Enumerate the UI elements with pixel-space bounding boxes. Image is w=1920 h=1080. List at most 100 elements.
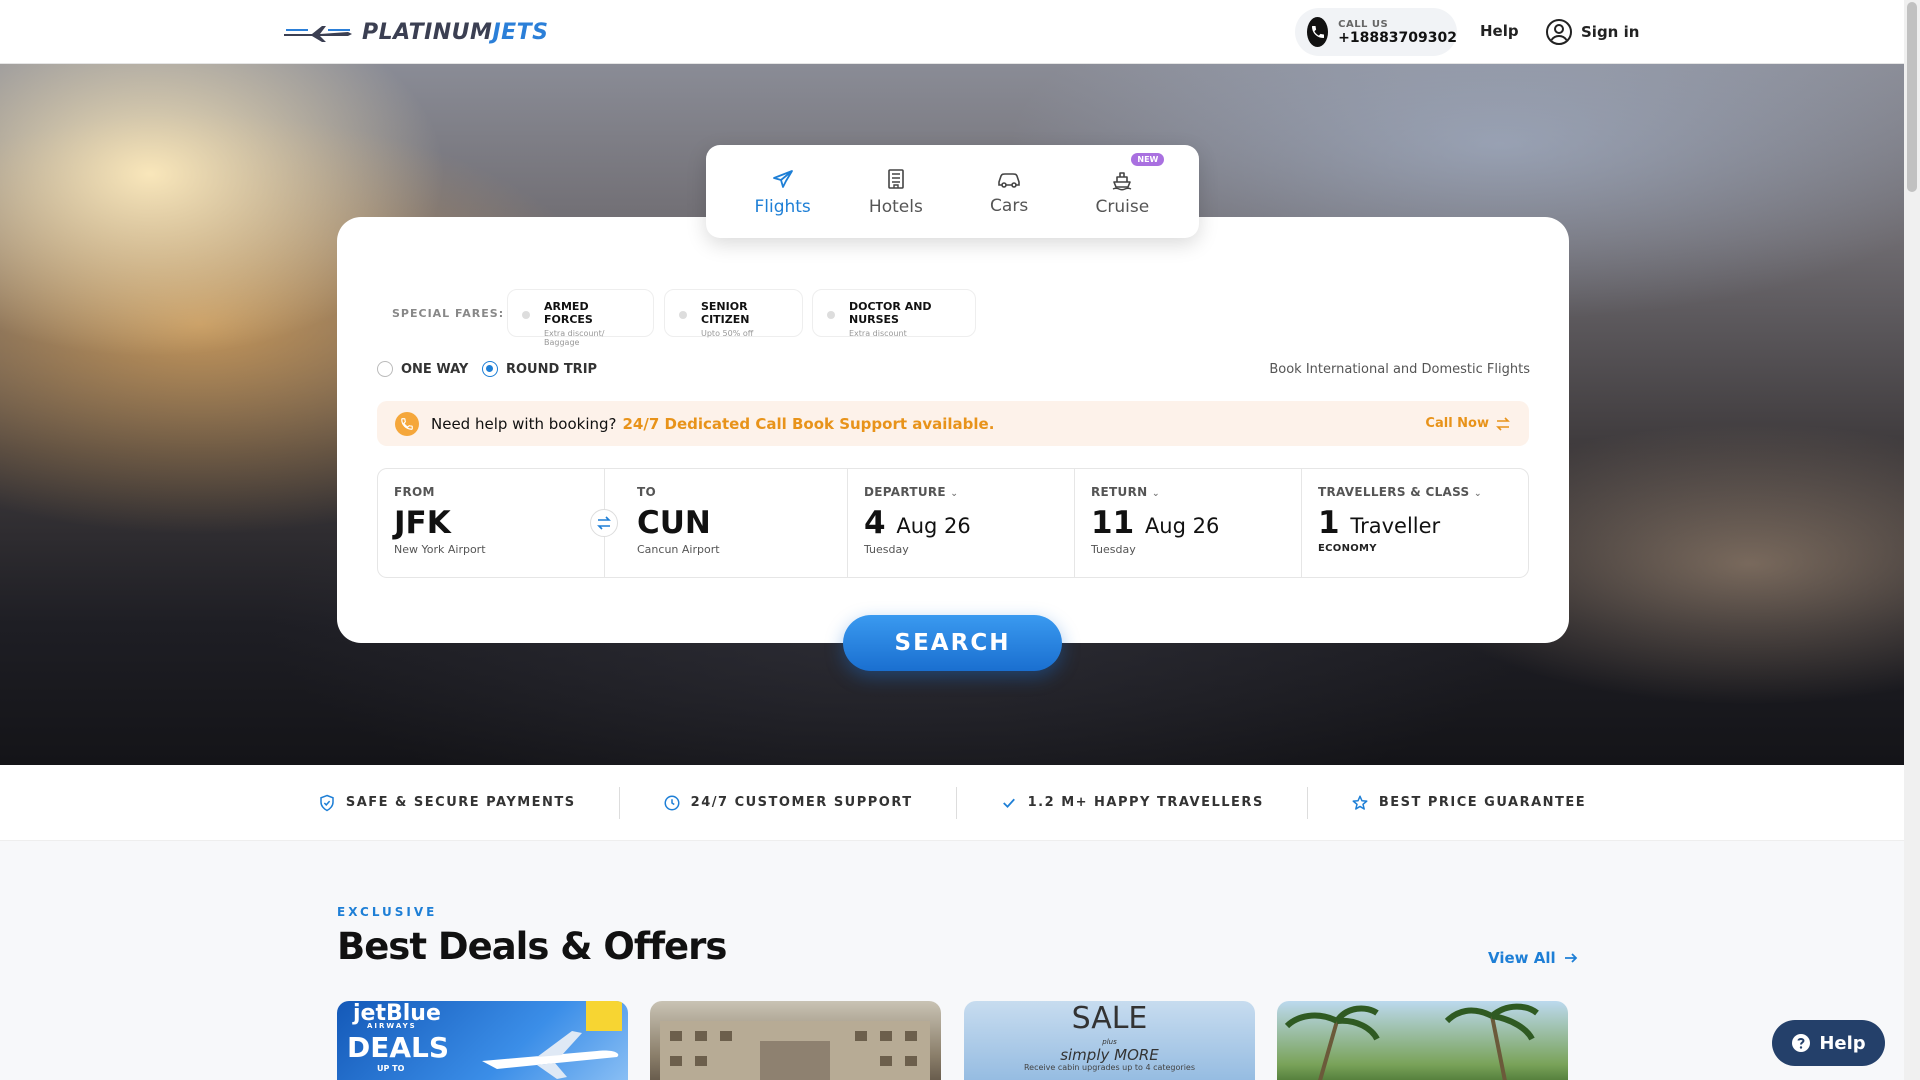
deal-headline: DEALS [347,1031,450,1064]
return-date: 11 Aug 26 [1091,505,1220,541]
to-code: CUN [637,505,711,541]
travellers-field[interactable]: TRAVELLERS & CLASS ⌄ 1 Traveller ECONOMY [1302,469,1528,577]
fare-subtitle: Extra discount/ Baggage [544,329,605,347]
building-icon [888,168,904,189]
scrollbar-thumb[interactable] [1907,2,1917,192]
deal-card-jetblue[interactable]: jetBlue AIRWAYS DEALS UP TO [337,1001,628,1080]
deal-card-cruise-sale[interactable]: SALE plus simply MORE Receive cabin upgra… [964,1001,1255,1080]
plane-icon [772,169,793,188]
departure-label: DEPARTURE ⌄ [864,485,959,499]
swap-button[interactable] [590,509,618,537]
return-label: RETURN ⌄ [1091,485,1160,499]
clock-icon [664,795,680,810]
from-code: JFK [394,505,451,541]
sale-subline: plus simply MORE [1060,1038,1159,1065]
view-all-link[interactable]: View All [1488,949,1578,967]
phone-icon [1307,17,1329,47]
ship-icon [1113,171,1132,190]
phone-support-icon [395,411,419,436]
feature-happy-travellers: 1.2 M+ HAPPY TRAVELLERS [957,786,1308,819]
fare-senior-citizen[interactable]: SENIOR CITIZEN Upto 50% off [664,289,803,338]
fare-subtitle: Upto 50% off [701,329,754,338]
help-question: Need help with booking? [431,414,617,433]
car-icon [998,172,1020,188]
feature-label: 24/7 CUSTOMER SUPPORT [690,795,913,810]
jet-logo-icon [284,26,352,42]
round-trip-label: ROUND TRIP [506,361,598,377]
tab-cars-label: Cars [990,195,1029,216]
deal-tag [586,1001,622,1031]
from-field[interactable]: FROM JFK New York Airport [378,469,618,577]
deals-eyebrow: EXCLUSIVE [337,905,438,919]
feature-label: BEST PRICE GUARANTEE [1378,795,1587,810]
from-label: FROM [394,485,435,499]
deal-card-beach[interactable] [1277,1001,1568,1080]
chevron-down-icon: ⌄ [1473,489,1482,499]
arrow-right-icon [1564,953,1577,963]
help-widget-button[interactable]: Help [1772,1020,1885,1066]
tab-hotels[interactable]: Hotels [846,167,946,217]
feature-best-price: BEST PRICE GUARANTEE [1308,787,1629,819]
tab-hotels-label: Hotels [868,196,923,217]
to-airport: Cancun Airport [637,543,720,556]
call-now-label: Call Now [1425,416,1489,431]
jetblue-brand: jetBlue AIRWAYS [353,1001,441,1030]
deals-title: Best Deals & Offers [337,925,727,968]
help-availability: 24/7 Dedicated Call Book Support availab… [622,414,995,433]
call-us-pill[interactable]: CALL US +18883709302 [1295,8,1457,56]
to-field[interactable]: TO CUN Cancun Airport [605,469,848,577]
feature-label: 1.2 M+ HAPPY TRAVELLERS [1027,795,1264,810]
search-button[interactable]: SEARCH [843,615,1062,671]
fare-title: ARMED FORCES [544,300,593,326]
one-way-radio[interactable]: ONE WAY [377,361,468,377]
call-now-button[interactable]: Call Now [1425,416,1511,431]
question-icon [1792,1034,1811,1052]
to-label: TO [637,485,656,499]
call-us-label: CALL US [1338,18,1389,30]
hotel-image [660,1021,930,1080]
fare-doctor-nurses[interactable]: DOCTOR AND NURSES Extra discount [812,289,976,338]
tab-flights[interactable]: Flights [733,167,833,217]
deal-card-hotel[interactable] [650,1001,941,1080]
fare-armed-forces[interactable]: ARMED FORCES Extra discount/ Baggage [507,289,654,347]
search-fields: FROM JFK New York Airport TO CUN Cancun … [377,468,1529,578]
fare-radio [522,311,530,319]
tab-cruise[interactable]: NEW Cruise [1072,152,1172,217]
call-us-text: CALL US +18883709302 [1338,19,1457,46]
palm-trees-image [1284,1003,1539,1080]
special-fares-label: SPECIAL FARES: [392,307,505,320]
return-field[interactable]: RETURN ⌄ 11 Aug 26 Tuesday [1075,469,1302,577]
departure-date: 4 Aug 26 [864,505,971,541]
one-way-label: ONE WAY [401,361,469,377]
new-badge: NEW [1131,152,1165,166]
round-trip-radio[interactable]: ROUND TRIP [482,361,597,377]
tab-cruise-label: Cruise [1095,196,1150,217]
book-intl-text: Book International and Domestic Flights [1269,362,1530,377]
travel-class: ECONOMY [1318,543,1377,554]
radio-circle-selected [482,361,498,377]
fare-title: SENIOR CITIZEN [701,300,750,326]
booking-tabs: Flights Hotels Cars NEW Cruise [706,145,1199,238]
features-bar: SAFE & SECURE PAYMENTS 24/7 CUSTOMER SUP… [0,765,1904,841]
help-widget-label: Help [1819,1032,1866,1054]
feature-customer-support: 24/7 CUSTOMER SUPPORT [620,786,957,819]
fare-subtitle: Extra discount [849,329,907,338]
signin-button[interactable]: Sign in [1545,18,1639,46]
signin-label: Sign in [1581,23,1640,41]
sale-description: Receive cabin upgrades up to 4 categorie… [1023,1063,1196,1072]
fare-radio [827,311,835,319]
travellers-label: TRAVELLERS & CLASS ⌄ [1318,485,1482,499]
fare-radio [679,311,687,319]
departure-field[interactable]: DEPARTURE ⌄ 4 Aug 26 Tuesday [848,469,1075,577]
departure-weekday: Tuesday [864,543,909,556]
feature-label: SAFE & SECURE PAYMENTS [345,795,576,810]
tab-flights-label: Flights [754,196,811,217]
deals-section [0,841,1904,1080]
chevron-down-icon: ⌄ [950,489,959,499]
swap-icon [597,516,611,530]
chevron-down-icon: ⌄ [1151,489,1160,499]
tab-cars[interactable]: Cars [959,168,1059,216]
help-link[interactable]: Help [1480,22,1519,40]
feature-secure-payments: SAFE & SECURE PAYMENTS [275,786,620,819]
brand-logo[interactable]: PLATINUMJETS [282,16,549,48]
